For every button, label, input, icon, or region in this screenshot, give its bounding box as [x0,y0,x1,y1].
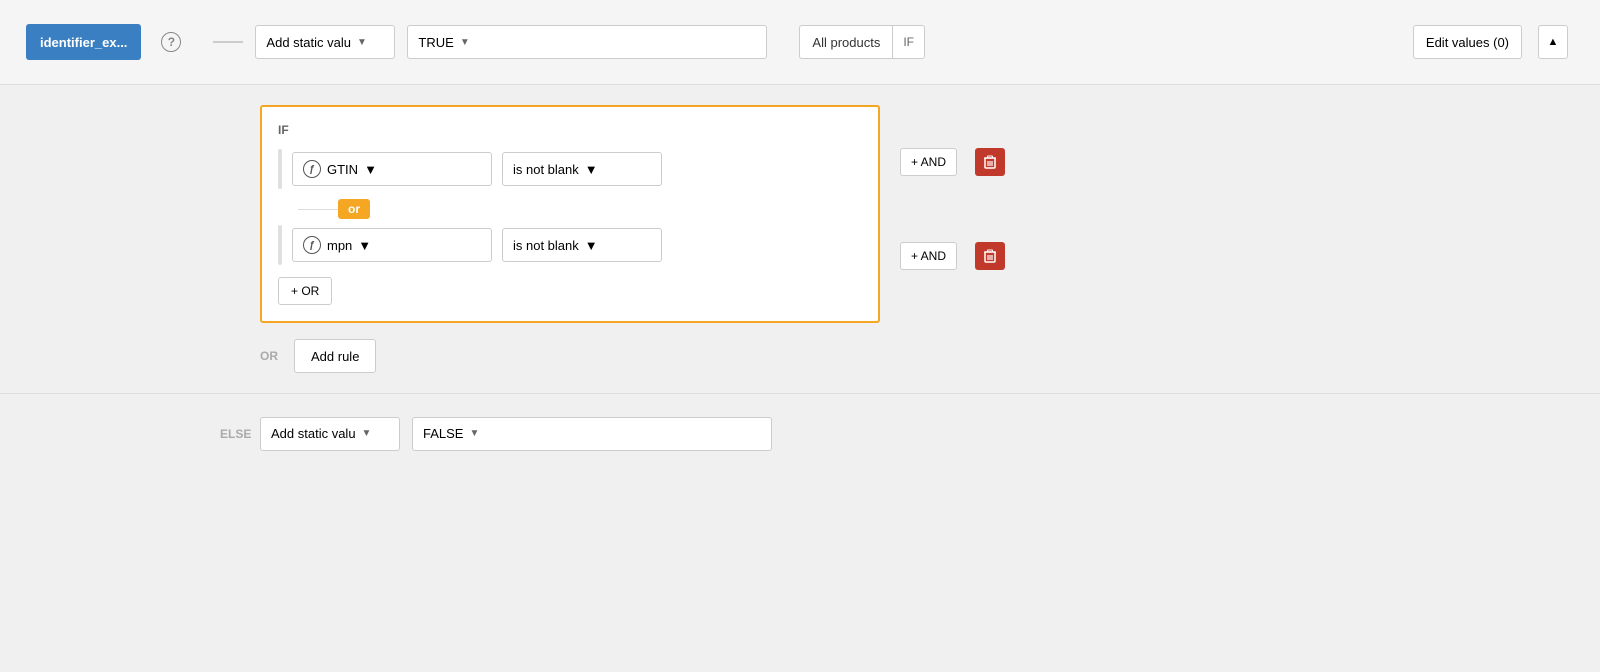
or-pill: or [338,199,370,219]
help-icon[interactable]: ? [161,32,181,52]
false-dropdown-button[interactable]: FALSE ▼ [412,417,772,451]
condition-row-2: ƒ mpn ▼ is not blank ▼ [278,225,862,265]
if-badge-label: IF [892,25,925,59]
add-static-label: Add static valu [266,35,351,50]
all-products-label: All products [799,25,892,59]
or-section: OR Add rule [260,339,1580,373]
else-add-static-arrow: ▼ [362,428,372,439]
delete-icon-2 [984,249,996,263]
edit-values-label: Edit values (0) [1426,35,1509,50]
mpn-label: mpn [327,238,352,253]
all-products-area: All products IF [799,25,925,59]
else-section: ELSE Add static valu ▼ FALSE ▼ [0,393,1600,473]
add-static-value-button[interactable]: Add static valu ▼ [255,25,395,59]
delete-button-2[interactable] [975,242,1005,270]
row1-controls: + AND [900,145,1005,179]
and-label-2: + AND [911,249,946,263]
identifier-badge[interactable]: identifier_ex... [26,24,141,60]
and-button-1[interactable]: + AND [900,148,957,176]
gtin-dropdown-arrow: ▼ [364,162,377,177]
connector-line [213,41,243,43]
or-pill-row: or [298,199,862,219]
add-rule-label: Add rule [311,349,359,364]
add-or-area: + OR [278,277,862,305]
condition-row-1: ƒ GTIN ▼ is not blank ▼ [278,149,862,189]
content-area: IF ƒ GTIN ▼ is not blank [0,85,1600,373]
and-button-2[interactable]: + AND [900,242,957,270]
collapse-arrow: ▲ [1548,36,1559,48]
or-line-left [298,209,338,210]
false-dropdown-arrow: ▼ [469,428,479,439]
true-dropdown-arrow: ▼ [460,37,470,48]
top-row-inner: identifier_ex... ? Add static valu ▼ TRU… [0,24,1600,60]
left-bar-2 [278,225,282,265]
or-section-label: OR [260,349,278,363]
gtin-field-icon: ƒ [303,160,321,178]
else-add-static-label: Add static valu [271,426,356,441]
main-container: identifier_ex... ? Add static valu ▼ TRU… [0,0,1600,672]
mpn-operator-dropdown[interactable]: is not blank ▼ [502,228,662,262]
else-controls: Add static valu ▼ FALSE ▼ [260,417,772,451]
gtin-operator-label: is not blank [513,162,579,177]
mpn-operator-label: is not blank [513,238,579,253]
false-value-label: FALSE [423,426,463,441]
condition-1-part: ƒ GTIN ▼ is not blank ▼ [278,149,662,189]
mpn-field-icon: ƒ [303,236,321,254]
true-dropdown-button[interactable]: TRUE ▼ [407,25,767,59]
gtin-field-dropdown[interactable]: ƒ GTIN ▼ [292,152,492,186]
if-section: IF ƒ GTIN ▼ is not blank [260,105,1580,323]
mpn-dropdown-arrow: ▼ [358,238,371,253]
add-static-arrow: ▼ [357,37,367,48]
condition-2-part: ƒ mpn ▼ is not blank ▼ [278,225,662,265]
gtin-label: GTIN [327,162,358,177]
collapse-button[interactable]: ▲ [1538,25,1568,59]
row2-controls: + AND [900,239,1005,273]
edit-values-button[interactable]: Edit values (0) [1413,25,1522,59]
top-row: identifier_ex... ? Add static valu ▼ TRU… [0,0,1600,85]
mpn-field-dropdown[interactable]: ƒ mpn ▼ [292,228,492,262]
add-or-label: + OR [291,284,319,298]
true-value-label: TRUE [418,35,453,50]
else-add-static-button[interactable]: Add static valu ▼ [260,417,400,451]
gtin-operator-dropdown[interactable]: is not blank ▼ [502,152,662,186]
delete-icon-1 [984,155,996,169]
if-box-label: IF [278,123,862,137]
if-box: IF ƒ GTIN ▼ is not blank [260,105,880,323]
delete-button-1[interactable] [975,148,1005,176]
right-controls-area: + AND [900,105,1005,273]
and-label-1: + AND [911,155,946,169]
add-or-button[interactable]: + OR [278,277,332,305]
left-bar-1 [278,149,282,189]
else-label: ELSE [220,427,251,441]
mpn-operator-arrow: ▼ [585,238,598,253]
add-rule-button[interactable]: Add rule [294,339,376,373]
gtin-operator-arrow: ▼ [585,162,598,177]
